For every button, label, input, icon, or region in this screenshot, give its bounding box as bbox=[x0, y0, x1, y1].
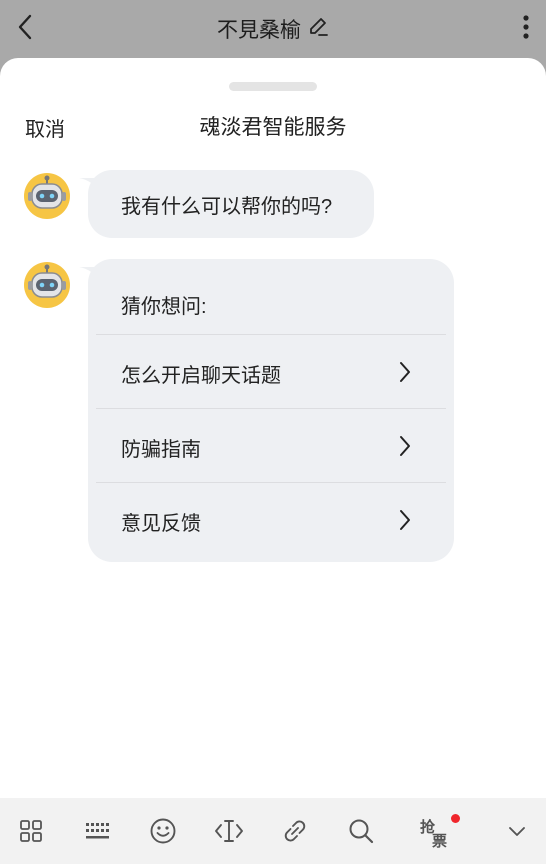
notification-dot bbox=[451, 814, 460, 823]
service-sheet: 取消 魂淡君智能服务 我有什么可以帮你的吗? 猜你想问: 怎么开启聊天话题 防骗… bbox=[0, 58, 546, 798]
emoji-icon[interactable] bbox=[146, 814, 180, 848]
suggestion-label: 意见反馈 bbox=[121, 513, 201, 535]
suggestions-bubble: 猜你想问: 怎么开启聊天话题 防骗指南 意见反馈 bbox=[79, 259, 454, 562]
more-options-icon[interactable] bbox=[520, 13, 532, 43]
link-icon[interactable] bbox=[278, 814, 312, 848]
chevron-right-icon bbox=[400, 510, 410, 530]
keyboard-icon[interactable] bbox=[80, 814, 114, 848]
robot-avatar bbox=[23, 261, 71, 309]
suggestions-heading: 猜你想问: bbox=[121, 296, 207, 318]
chevron-right-icon bbox=[400, 436, 410, 456]
greeting-text: 我有什么可以帮你的吗? bbox=[121, 196, 333, 218]
suggestion-item[interactable]: 防骗指南 bbox=[96, 408, 446, 482]
suggestion-label: 防骗指南 bbox=[121, 439, 201, 461]
suggestion-item[interactable]: 意见反馈 bbox=[96, 482, 446, 556]
grab-ticket-icon[interactable]: 抢 票 bbox=[418, 814, 460, 852]
sheet-drag-handle[interactable] bbox=[229, 82, 317, 91]
search-icon[interactable] bbox=[344, 814, 378, 848]
grid-icon[interactable] bbox=[14, 814, 48, 848]
chat-title: 不見桑榆 bbox=[0, 14, 546, 44]
keyboard-toolbar: 抢 票 bbox=[0, 798, 546, 864]
top-bar: 不見桑榆 bbox=[0, 0, 546, 58]
edit-icon[interactable] bbox=[307, 15, 329, 43]
chevron-right-icon bbox=[400, 362, 410, 382]
chat-title-text: 不見桑榆 bbox=[217, 19, 301, 42]
sheet-title: 魂淡君智能服务 bbox=[199, 116, 347, 139]
suggestion-item[interactable]: 怎么开启聊天话题 bbox=[96, 334, 446, 408]
greeting-bubble: 我有什么可以帮你的吗? bbox=[79, 170, 374, 238]
text-cursor-icon[interactable] bbox=[212, 814, 246, 848]
grab-ticket-label-2: 票 bbox=[432, 833, 448, 850]
robot-avatar bbox=[23, 172, 71, 220]
suggestion-label: 怎么开启聊天话题 bbox=[121, 365, 281, 387]
chevron-down-icon[interactable] bbox=[500, 814, 534, 848]
